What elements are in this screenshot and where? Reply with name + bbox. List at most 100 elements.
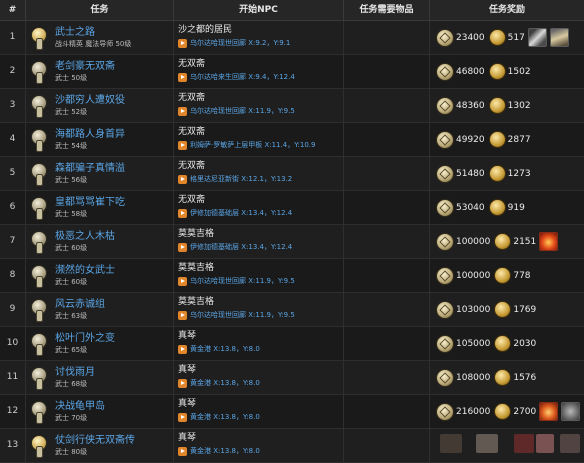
- npc-location-link[interactable]: 乌尔达哈现世回廊 X:11.9，Y:9.5: [190, 106, 295, 116]
- quest-level: 武士 54级: [55, 142, 88, 150]
- npc-location-link[interactable]: 利姆萨·罗敏萨上层甲板 X:11.4，Y:10.9: [190, 140, 315, 150]
- quest-icon: [29, 400, 49, 424]
- exp-icon: [436, 300, 454, 319]
- blur-block: [536, 434, 554, 453]
- quest-cell: 濒然的女武士 武士 60级: [26, 259, 174, 292]
- npc-cell: 真琴 黄金港 X:13.8，Y:8.0: [174, 327, 344, 360]
- row-number: 3: [0, 89, 26, 122]
- reward-item-icon[interactable]: [527, 28, 547, 47]
- map-marker-icon[interactable]: [178, 242, 187, 252]
- quest-cell: 老剑豪无双斋 武士 50级: [26, 55, 174, 88]
- reward-exp: 216000: [456, 406, 491, 417]
- quest-cell: 森都骗子真情溢 武士 56级: [26, 157, 174, 190]
- gil-icon: [488, 29, 506, 46]
- quest-cell: 武士之路 战斗精英 魔法导师 50级: [26, 21, 174, 54]
- npc-location-link[interactable]: 伊修加德基础层 X:13.4，Y:12.4: [190, 242, 292, 252]
- quest-cell: 松叶门外之变 武士 65级: [26, 327, 174, 360]
- header-npc: 开始NPC: [174, 0, 344, 20]
- npc-location-link[interactable]: 黄金港 X:13.8，Y:8.0: [190, 378, 260, 388]
- npc-location-link[interactable]: 伊修加德基础层 X:13.4，Y:12.4: [190, 208, 292, 218]
- gil-icon: [488, 97, 506, 114]
- npc-location-link[interactable]: 乌尔达哈现世回廊 X:11.9，Y:9.5: [190, 310, 295, 320]
- reward-exp: 48360: [456, 100, 485, 111]
- blur-block: [440, 434, 462, 453]
- quest-name-link[interactable]: 极恶之人木枯: [55, 230, 115, 243]
- exp-icon: [436, 402, 454, 421]
- map-marker-icon[interactable]: [178, 276, 187, 286]
- quest-cell: 仗剑行侠无双斋传 武士 80级: [26, 429, 174, 462]
- map-marker-icon[interactable]: [178, 208, 187, 218]
- quest-icon: [29, 26, 49, 50]
- quest-cell: 皇都骂骂崔下吃 武士 58级: [26, 191, 174, 224]
- npc-name: 莫莫吉格: [178, 263, 215, 273]
- npc-location-link[interactable]: 黄金港 X:13.8，Y:8.0: [190, 412, 260, 422]
- quest-name-link[interactable]: 仗剑行侠无双斋传: [55, 434, 135, 447]
- quest-level: 武士 60级: [55, 278, 88, 286]
- quest-name-link[interactable]: 海都路人身首异: [55, 128, 125, 141]
- quest-icon: [29, 128, 49, 152]
- exp-icon: [436, 232, 454, 251]
- reward-item-icon[interactable]: [539, 232, 559, 251]
- map-marker-icon[interactable]: [178, 174, 187, 184]
- quest-icon: [29, 94, 49, 118]
- quest-name-link[interactable]: 皇都骂骂崔下吃: [55, 196, 125, 209]
- map-marker-icon[interactable]: [178, 38, 187, 48]
- quest-level: 武士 60级: [55, 244, 88, 252]
- reward-exp: 53040: [456, 202, 485, 213]
- reward-item-icon[interactable]: [549, 28, 569, 47]
- table-row: 10 松叶门外之变 武士 65级 真琴 黄金港 X:13.8，Y:8.0 105…: [0, 327, 584, 361]
- reward-item-icon[interactable]: [539, 402, 559, 421]
- npc-location-link[interactable]: 黄金港 X:13.8，Y:8.0: [190, 344, 260, 354]
- row-number: 4: [0, 123, 26, 156]
- table-row: 4 海都路人身首异 武士 54级 无双斋 利姆萨·罗敏萨上层甲板 X:11.4，…: [0, 123, 584, 157]
- exp-icon: [436, 334, 454, 353]
- map-marker-icon[interactable]: [178, 106, 187, 116]
- quest-cell: 风云赤诚组 武士 63级: [26, 293, 174, 326]
- table-row: 2 老剑豪无双斋 武士 50级 无双斋 乌尔达哈来生回廊 X:9.4，Y:12.…: [0, 55, 584, 89]
- map-marker-icon[interactable]: [178, 72, 187, 82]
- quest-level: 武士 52级: [55, 108, 88, 116]
- reward-cell: 49920 2877: [430, 123, 584, 156]
- quest-cell: 沙都穷人遭奴役 武士 52级: [26, 89, 174, 122]
- npc-name: 无双斋: [178, 93, 206, 103]
- quest-icon: [29, 230, 49, 254]
- quest-name-link[interactable]: 老剑豪无双斋: [55, 60, 115, 73]
- items-cell: [344, 191, 430, 224]
- quest-name-link[interactable]: 濒然的女武士: [55, 264, 115, 277]
- npc-name: 真琴: [178, 399, 197, 409]
- reward-gil: 778: [513, 270, 531, 281]
- map-marker-icon[interactable]: [178, 344, 187, 354]
- npc-location-link[interactable]: 格里达尼亚新街 X:12.1，Y:13.2: [190, 174, 292, 184]
- items-cell: [344, 55, 430, 88]
- reward-cell: 108000 1576: [430, 361, 584, 394]
- map-marker-icon[interactable]: [178, 310, 187, 320]
- npc-location-link[interactable]: 乌尔达哈来生回廊 X:9.4，Y:12.4: [190, 72, 295, 82]
- npc-location-link[interactable]: 乌尔达哈现世回廊 X:11.9，Y:9.5: [190, 276, 295, 286]
- npc-cell: 真琴 黄金港 X:13.8，Y:8.0: [174, 395, 344, 428]
- gil-icon: [488, 63, 506, 80]
- items-cell: [344, 157, 430, 190]
- quest-name-link[interactable]: 森都骗子真情溢: [55, 162, 125, 175]
- gil-icon: [488, 199, 506, 216]
- table-row: 12 决战龟甲岛 武士 70级 真琴 黄金港 X:13.8，Y:8.0 2160…: [0, 395, 584, 429]
- map-marker-icon[interactable]: [178, 378, 187, 388]
- npc-location-link[interactable]: 黄金港 X:13.8，Y:8.0: [190, 446, 260, 456]
- exp-icon: [436, 130, 454, 149]
- header-items: 任务需要物品: [344, 0, 430, 20]
- header-quest: 任务: [26, 0, 174, 20]
- map-marker-icon[interactable]: [178, 140, 187, 150]
- reward-cell: 216000 2700: [430, 395, 584, 428]
- row-number: 2: [0, 55, 26, 88]
- quest-name-link[interactable]: 讨伐雨月: [55, 366, 95, 379]
- map-marker-icon[interactable]: [178, 446, 187, 456]
- npc-location-link[interactable]: 乌尔达哈现世回廊 X:9.2，Y:9.1: [190, 38, 290, 48]
- quest-name-link[interactable]: 松叶门外之变: [55, 332, 115, 345]
- quest-name-link[interactable]: 沙都穷人遭奴役: [55, 94, 125, 107]
- blur-block: [476, 434, 498, 453]
- npc-name: 真琴: [178, 365, 197, 375]
- quest-name-link[interactable]: 风云赤诚组: [55, 298, 105, 311]
- map-marker-icon[interactable]: [178, 412, 187, 422]
- quest-name-link[interactable]: 决战龟甲岛: [55, 400, 105, 413]
- reward-item-icon[interactable]: [561, 402, 581, 421]
- quest-name-link[interactable]: 武士之路: [55, 26, 131, 39]
